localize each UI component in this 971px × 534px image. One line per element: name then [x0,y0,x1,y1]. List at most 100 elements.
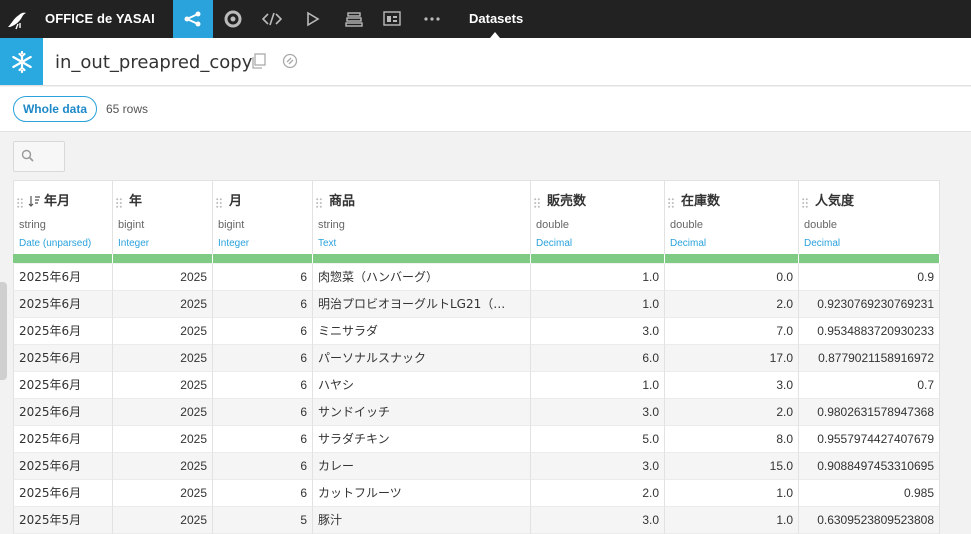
more-options-icon[interactable] [412,0,452,38]
column-header[interactable]: 販売数 double Decimal [531,180,665,254]
table-cell[interactable]: 6 [213,345,313,372]
table-cell[interactable]: 3.0 [531,318,665,345]
column-name[interactable]: 販売数 [547,190,586,209]
column-meaning[interactable]: Decimal [670,238,706,249]
column-quality-bar[interactable] [13,254,113,263]
column-name[interactable]: 商品 [329,190,355,209]
table-cell[interactable]: 6 [213,291,313,318]
drag-handle-icon[interactable] [534,193,540,208]
drag-handle-icon[interactable] [316,193,322,208]
table-cell[interactable]: 2025 [113,345,213,372]
drag-handle-icon[interactable] [668,193,674,208]
table-cell[interactable]: 2025年6月 [13,372,113,399]
table-cell[interactable]: 明治プロビオヨーグルトLG21（… [313,291,531,318]
table-cell[interactable]: 5 [213,507,313,534]
table-cell[interactable]: ハヤシ [313,372,531,399]
table-cell[interactable]: 0.985 [799,480,940,507]
table-cell[interactable]: 2025 [113,480,213,507]
table-cell[interactable]: 2025 [113,399,213,426]
drag-handle-icon[interactable] [802,193,808,208]
table-cell[interactable]: 2025年6月 [13,480,113,507]
table-cell[interactable]: ミニサラダ [313,318,531,345]
table-cell[interactable]: 0.9230769230769231 [799,291,940,318]
table-cell[interactable]: 6.0 [531,345,665,372]
search-box[interactable] [13,141,65,172]
table-cell[interactable]: 17.0 [665,345,799,372]
column-meaning[interactable]: Decimal [536,238,572,249]
table-cell[interactable]: 6 [213,453,313,480]
drag-handle-icon[interactable] [216,193,222,208]
table-cell[interactable]: 3.0 [531,453,665,480]
table-cell[interactable]: 2.0 [665,291,799,318]
column-quality-bar[interactable] [799,254,940,263]
table-cell[interactable]: 2025 [113,507,213,534]
table-cell[interactable]: 2025 [113,318,213,345]
column-storage-type[interactable]: double [670,219,703,231]
table-cell[interactable]: 6 [213,399,313,426]
table-cell[interactable]: 豚汁 [313,507,531,534]
table-cell[interactable]: 2025年6月 [13,345,113,372]
app-logo-bird-icon[interactable] [4,6,30,32]
table-cell[interactable]: 0.9 [799,264,940,291]
table-cell[interactable]: 6 [213,318,313,345]
table-cell[interactable]: 2025年5月 [13,507,113,534]
table-cell[interactable]: 2025 [113,453,213,480]
column-storage-type[interactable]: double [536,219,569,231]
table-cell[interactable]: 6 [213,264,313,291]
drag-handle-icon[interactable] [116,193,122,208]
code-icon[interactable] [252,0,292,38]
column-header[interactable]: 年 bigint Integer [113,180,213,254]
table-cell[interactable]: サンドイッチ [313,399,531,426]
table-cell[interactable]: 3.0 [531,507,665,534]
column-header[interactable]: 在庫数 double Decimal [665,180,799,254]
project-title[interactable]: OFFICE de YASAI [45,11,155,26]
table-cell[interactable]: 2025年6月 [13,291,113,318]
table-cell[interactable]: 2025年6月 [13,453,113,480]
nav-current-section[interactable]: Datasets [469,11,523,26]
table-cell[interactable]: 0.7 [799,372,940,399]
column-header[interactable]: 人気度 double Decimal [799,180,940,254]
column-storage-type[interactable]: bigint [218,219,244,231]
table-cell[interactable]: 1.0 [531,372,665,399]
column-meaning[interactable]: Date (unparsed) [19,238,91,249]
table-cell[interactable]: カレー [313,453,531,480]
table-cell[interactable]: 0.9557974427407679 [799,426,940,453]
column-header[interactable]: 年月 string Date (unparsed) [13,180,113,254]
column-meaning[interactable]: Decimal [804,238,840,249]
column-meaning[interactable]: Integer [118,238,149,249]
table-cell[interactable]: 5.0 [531,426,665,453]
table-cell[interactable]: 2025年6月 [13,264,113,291]
table-cell[interactable]: 1.0 [665,507,799,534]
table-cell[interactable]: 2025年6月 [13,399,113,426]
column-meaning[interactable]: Text [318,238,336,249]
table-cell[interactable]: 0.9534883720930233 [799,318,940,345]
column-storage-type[interactable]: bigint [118,219,144,231]
deploy-stack-icon[interactable] [334,0,374,38]
table-cell[interactable]: カットフルーツ [313,480,531,507]
table-cell[interactable]: 2025 [113,291,213,318]
table-cell[interactable]: 0.9088497453310695 [799,453,940,480]
column-name[interactable]: 在庫数 [681,190,720,209]
table-cell[interactable]: サラダチキン [313,426,531,453]
dashboard-icon[interactable] [372,0,412,38]
flow-icon[interactable] [173,0,213,38]
side-panel-handle[interactable] [0,282,7,380]
table-cell[interactable]: 8.0 [665,426,799,453]
column-header[interactable]: 商品 string Text [313,180,531,254]
table-cell[interactable]: 1.0 [665,480,799,507]
column-meaning[interactable]: Integer [218,238,249,249]
column-storage-type[interactable]: string [318,219,345,231]
table-cell[interactable]: 2.0 [665,399,799,426]
table-cell[interactable]: 2.0 [531,480,665,507]
column-storage-type[interactable]: double [804,219,837,231]
column-name[interactable]: 月 [229,190,242,209]
column-storage-type[interactable]: string [19,219,46,231]
table-cell[interactable]: 15.0 [665,453,799,480]
column-name[interactable]: 人気度 [815,190,854,209]
share-link-icon[interactable] [282,53,298,69]
sort-icon[interactable] [28,192,41,211]
column-quality-bar[interactable] [665,254,799,263]
table-cell[interactable]: 2025年6月 [13,426,113,453]
table-cell[interactable]: 2025年6月 [13,318,113,345]
sample-selector-button[interactable]: Whole data [13,96,97,122]
